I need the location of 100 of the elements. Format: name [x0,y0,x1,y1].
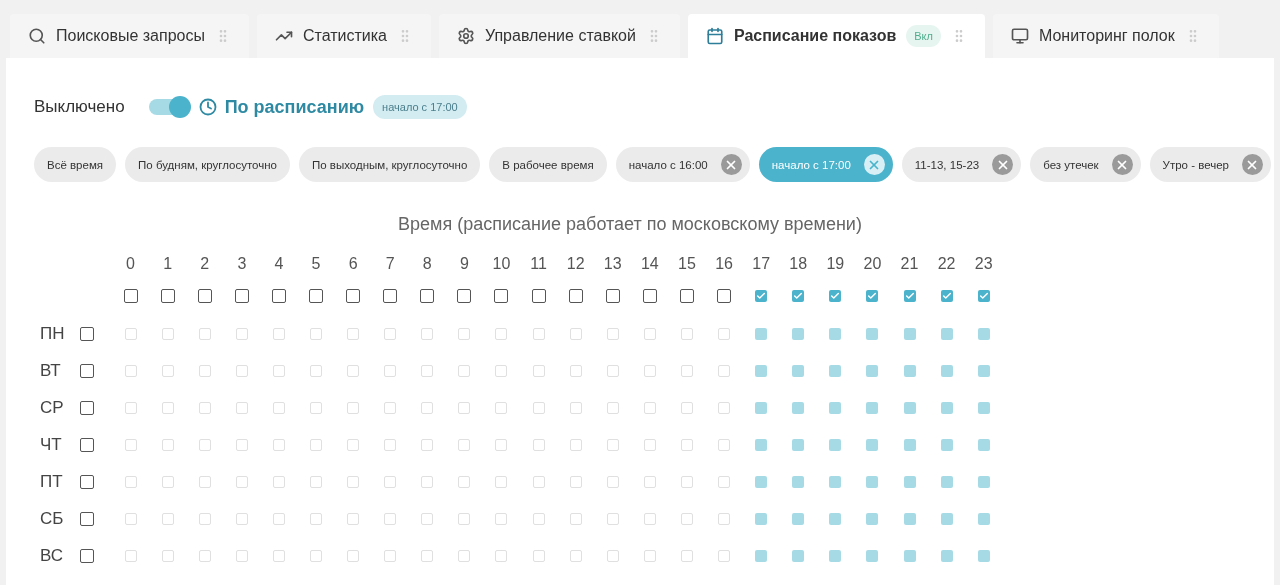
hour-checkbox[interactable] [494,289,509,303]
hour-cell[interactable] [718,512,731,525]
hour-cell[interactable] [606,549,619,562]
hour-cell[interactable] [755,364,768,377]
hour-cell[interactable] [829,327,842,340]
hour-cell[interactable] [569,438,582,451]
hour-cell[interactable] [792,475,805,488]
hour-cell[interactable] [792,364,805,377]
hour-cell[interactable] [310,512,322,525]
hour-cell[interactable] [495,401,508,414]
hour-cell[interactable] [606,475,619,488]
hour-checkbox[interactable] [940,290,953,302]
hour-cell[interactable] [569,475,582,488]
hour-cell[interactable] [606,438,619,451]
hour-cell[interactable] [718,475,731,488]
hour-cell[interactable] [384,327,397,340]
hour-cell[interactable] [347,327,360,340]
hour-cell[interactable] [458,512,471,525]
hour-cell[interactable] [421,401,434,414]
hour-cell[interactable] [421,327,434,340]
hour-cell[interactable] [569,327,582,340]
hour-cell[interactable] [977,401,990,414]
hour-cell[interactable] [829,549,842,562]
hour-cell[interactable] [421,512,434,525]
hour-cell[interactable] [272,327,285,340]
hour-cell[interactable] [235,512,248,525]
hour-cell[interactable] [310,401,322,414]
hour-cell[interactable] [643,364,656,377]
hour-cell[interactable] [903,364,916,377]
hour-cell[interactable] [198,327,211,340]
hour-cell[interactable] [458,327,471,340]
hour-cell[interactable] [792,549,805,562]
hour-cell[interactable] [161,475,174,488]
hour-cell[interactable] [718,549,731,562]
hour-cell[interactable] [347,549,360,562]
hour-checkbox[interactable] [420,289,435,303]
hour-cell[interactable] [569,549,582,562]
hour-checkbox[interactable] [866,290,879,302]
hour-cell[interactable] [940,364,953,377]
hour-cell[interactable] [680,327,693,340]
tab[interactable]: Расписание показов Вкл [687,14,985,58]
hour-cell[interactable] [643,327,656,340]
hour-checkbox[interactable] [679,289,694,303]
preset-chip[interactable]: По будням, круглосуточно [125,147,290,182]
hour-cell[interactable] [235,475,248,488]
hour-checkbox[interactable] [160,289,175,303]
hour-cell[interactable] [940,512,953,525]
hour-cell[interactable] [421,364,434,377]
hour-cell[interactable] [495,364,508,377]
hour-cell[interactable] [124,364,137,377]
day-checkbox[interactable] [80,437,94,452]
hour-cell[interactable] [680,512,693,525]
hour-cell[interactable] [532,475,545,488]
hour-cell[interactable] [829,512,842,525]
hour-cell[interactable] [606,401,619,414]
hour-checkbox[interactable] [755,290,768,302]
hour-cell[interactable] [940,401,953,414]
hour-cell[interactable] [866,475,879,488]
hour-cell[interactable] [161,438,174,451]
hour-cell[interactable] [903,327,916,340]
hour-checkbox[interactable] [605,289,620,303]
hour-cell[interactable] [903,512,916,525]
hour-cell[interactable] [495,512,508,525]
hour-cell[interactable] [421,475,434,488]
hour-cell[interactable] [495,327,508,340]
hour-cell[interactable] [161,549,174,562]
hour-cell[interactable] [161,401,174,414]
hour-cell[interactable] [421,438,434,451]
hour-cell[interactable] [977,512,990,525]
hour-cell[interactable] [235,401,248,414]
hour-cell[interactable] [643,438,656,451]
hour-cell[interactable] [347,364,360,377]
toggle-switch[interactable] [148,99,189,115]
hour-cell[interactable] [458,549,471,562]
hour-cell[interactable] [272,549,285,562]
hour-cell[interactable] [161,364,174,377]
hour-cell[interactable] [977,438,990,451]
hour-cell[interactable] [755,512,768,525]
hour-cell[interactable] [310,327,322,340]
remove-icon[interactable] [863,154,885,175]
day-checkbox[interactable] [80,474,94,489]
hour-cell[interactable] [272,401,285,414]
tab[interactable]: Поисковые запросы [10,14,249,58]
hour-cell[interactable] [606,327,619,340]
hour-cell[interactable] [124,327,137,340]
hour-checkbox[interactable] [457,289,472,303]
hour-cell[interactable] [940,438,953,451]
preset-chip[interactable]: Утро - вечер [1149,147,1271,182]
hour-cell[interactable] [458,438,471,451]
day-checkbox[interactable] [80,363,94,378]
hour-cell[interactable] [198,475,211,488]
hour-cell[interactable] [384,475,397,488]
hour-cell[interactable] [310,364,322,377]
hour-cell[interactable] [384,512,397,525]
hour-checkbox[interactable] [346,289,361,303]
hour-cell[interactable] [124,475,137,488]
remove-icon[interactable] [1111,154,1133,175]
hour-cell[interactable] [643,512,656,525]
hour-cell[interactable] [421,549,434,562]
day-checkbox[interactable] [80,548,94,563]
